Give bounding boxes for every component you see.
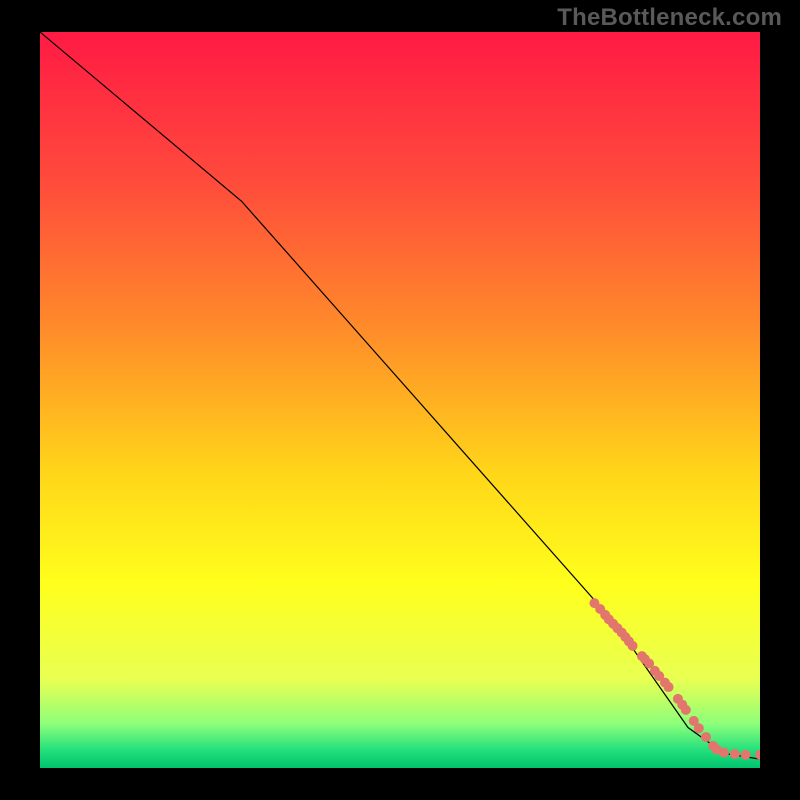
data-point xyxy=(694,723,704,733)
data-point xyxy=(730,749,740,759)
chart-frame: TheBottleneck.com xyxy=(0,0,800,800)
data-point xyxy=(681,705,691,715)
data-point xyxy=(701,732,711,742)
plot-area xyxy=(40,32,760,768)
data-point xyxy=(741,750,751,760)
chart-background xyxy=(40,32,760,768)
data-point xyxy=(628,641,638,651)
data-point xyxy=(719,748,729,758)
data-point xyxy=(664,682,674,692)
watermark-text: TheBottleneck.com xyxy=(557,4,782,32)
chart-svg xyxy=(40,32,760,768)
